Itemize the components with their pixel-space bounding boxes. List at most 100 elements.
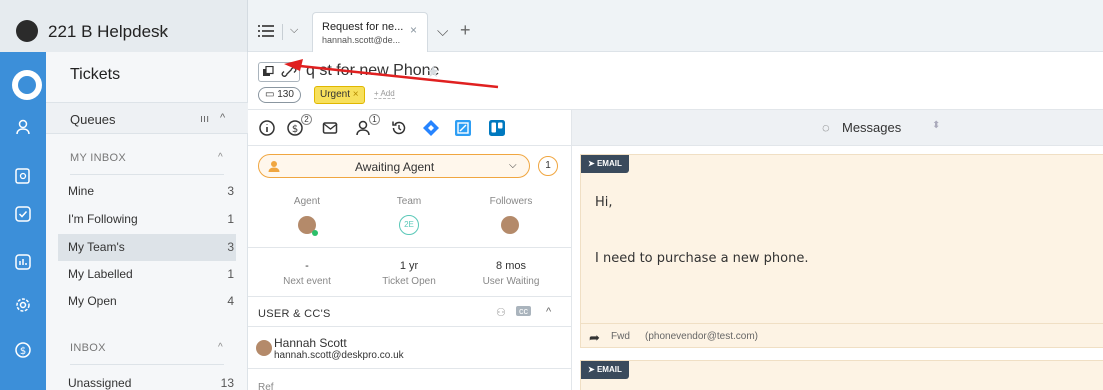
sidebar-item-my-labelled[interactable]: My Labelled 1 [58,261,236,288]
toolbar-divider [282,24,283,40]
ticket-title[interactable]: q st for new Phone [306,62,439,80]
close-icon[interactable]: × [410,23,417,37]
queues-header[interactable]: Queues ııı ^ [46,102,248,134]
link-icon[interactable] [281,66,297,78]
section-my-inbox[interactable]: MY INBOX [70,152,126,164]
sidebar-item-count: 4 [227,294,234,308]
add-tab-button[interactable]: + [460,20,471,41]
chevron-up-icon[interactable]: ^ [218,152,223,163]
history-icon[interactable] [390,119,408,137]
tickets-nav-icon[interactable] [12,70,42,100]
urgent-label[interactable]: Urgent × [314,86,365,104]
sidebar-item-my-open[interactable]: My Open 4 [58,288,236,315]
forward-icon[interactable]: ➦ [589,330,600,346]
sidebar-item-label: My Open [68,294,117,308]
chevron-down-icon[interactable]: ⌵ [158,22,168,38]
tickets-sidebar: Tickets Queues ııı ^ MY INBOX ^ Mine 3 I… [46,52,248,390]
sidebar-item-my-teams[interactable]: My Team's 3 [58,234,236,261]
tab-ticket[interactable]: Request for ne... hannah.scott@de... × [312,12,428,52]
sidebar-item-following[interactable]: I'm Following 1 [58,206,236,233]
info-icon[interactable] [258,119,276,137]
next-event-label: Next event [283,276,331,287]
user-email[interactable]: hannah.scott@deskpro.co.uk [274,350,404,361]
forward-address[interactable]: (phonevendor@test.com) [645,331,758,342]
sidebar-item-unassigned[interactable]: Unassigned 13 [58,370,236,390]
brand-name: 221 B Helpdesk [48,22,169,41]
queues-label: Queues [70,112,116,127]
messages-header[interactable]: ◌ Messages ⬍ [571,110,1103,146]
chevron-up-icon[interactable]: ^ [218,342,223,353]
copy-link-buttons[interactable] [258,62,300,82]
users-count-badge: 1 [369,114,380,125]
message-card[interactable]: ➤ EMAIL Hi, I need to purchase a new pho… [580,154,1103,348]
chat-bubble-icon [18,76,36,94]
chevron-down-icon[interactable]: ⌵ [509,160,517,171]
chevron-up-icon[interactable]: ^ [220,112,225,124]
tab-list-dropdown-icon[interactable]: ⌵ [290,24,298,37]
next-event-value: - [305,260,309,272]
filter-icon[interactable]: ııı [200,113,209,125]
trello-icon[interactable] [488,119,506,137]
agent-status-icon [268,161,280,172]
add-label-button[interactable]: + Add [374,89,395,99]
follower-avatar[interactable] [501,216,519,234]
message-count: 130 [277,89,294,100]
ref-label: Ref [258,382,274,390]
user-avatar[interactable] [256,340,272,356]
sidebar-item-label: My Labelled [68,267,133,281]
ticket-open-value: 1 yr [399,260,419,272]
user-name[interactable]: Hannah Scott [274,336,347,350]
sidebar-item-label: I'm Following [68,212,138,226]
list-view-icon[interactable] [258,24,274,38]
section-inbox[interactable]: INBOX [70,342,106,354]
sidebar-item-mine[interactable]: Mine 3 [58,178,236,205]
settings-nav-icon[interactable] [14,296,32,314]
followers-label: Followers [489,196,533,207]
team-label: Team [396,196,422,207]
reports-nav-icon[interactable] [14,253,32,271]
sidebar-title: Tickets [70,66,121,83]
jira-icon[interactable] [422,119,440,137]
email-tag: ➤ EMAIL [581,361,629,379]
message-body: I need to purchase a new phone. [595,251,809,266]
divider [248,368,571,369]
tasks-nav-icon[interactable] [14,205,32,223]
chat-bubble-icon: ◌ [822,120,830,135]
email-tag-label: EMAIL [596,159,622,168]
brand-switcher[interactable]: 221 B Helpdesk ⌵ [0,0,248,52]
online-indicator [312,230,318,236]
add-user-icon[interactable]: ⚇ [496,306,506,319]
sherlock-logo-icon [16,20,38,42]
team-avatar[interactable]: 2E [399,215,419,235]
users-nav-icon[interactable] [14,118,32,136]
user-waiting-value: 8 mos [496,260,526,272]
app-integration-icon[interactable] [454,119,472,137]
billing-count-badge: 2 [301,114,312,125]
knowledgebase-nav-icon[interactable] [14,167,32,185]
chevron-down-icon[interactable]: ⌵ [437,23,448,40]
billing-nav-icon[interactable]: $ [14,341,32,359]
urgent-label-text: Urgent [320,89,351,100]
chevron-up-icon[interactable]: ^ [546,306,551,318]
sort-icon[interactable]: ⬍ [932,120,940,131]
divider [248,247,571,248]
sidebar-item-label: My Team's [68,240,125,254]
status-label: Awaiting Agent [355,160,435,174]
user-waiting-label: User Waiting [482,276,540,287]
section-divider [70,364,224,365]
status-select[interactable]: Awaiting Agent ⌵ [258,154,530,178]
sidebar-item-count: 3 [227,184,234,198]
email-edit-icon[interactable] [322,119,340,137]
agent-label: Agent [293,196,321,207]
app-root: 221 B Helpdesk ⌵ ⌵ Request for ne... han… [0,0,1103,390]
email-tag: ➤ EMAIL [581,155,629,173]
cc-icon[interactable]: cc [516,306,531,316]
sidebar-item-count: 1 [227,267,234,281]
copy-icon[interactable] [262,66,276,78]
messages-title: Messages [842,120,902,135]
remove-label-icon[interactable]: × [353,89,359,100]
svg-text:$: $ [292,124,298,135]
message-card[interactable]: ➤ EMAIL [580,360,1103,390]
star-icon[interactable]: ★ [426,62,440,82]
tab-subtitle: hannah.scott@de... [322,35,401,45]
